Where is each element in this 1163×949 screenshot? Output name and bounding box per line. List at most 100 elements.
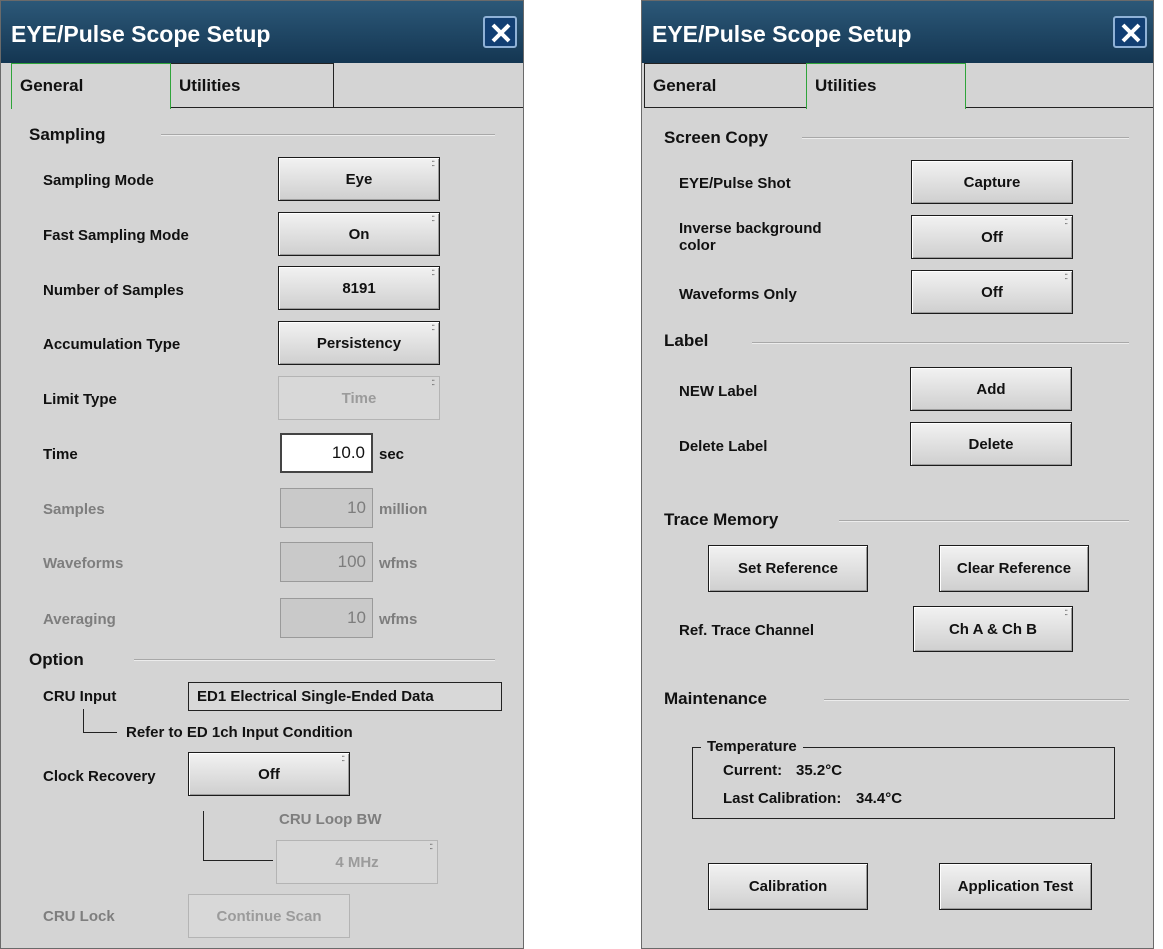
waveforms-input[interactable]: 100 bbox=[280, 542, 373, 582]
time-input[interactable]: 10.0 bbox=[280, 433, 373, 473]
set-reference-button[interactable]: Set Reference bbox=[708, 545, 868, 592]
continue-scan-button[interactable]: Continue Scan bbox=[188, 894, 350, 938]
clock-recovery-button[interactable]: Off ⁚⁚ bbox=[188, 752, 350, 796]
section-option: Option bbox=[29, 650, 84, 669]
waveforms-only-button[interactable]: Off ⁚⁚ bbox=[911, 270, 1073, 314]
application-test-label: Application Test bbox=[957, 878, 1074, 895]
sampling-mode-button[interactable]: Eye ⁚⁚ bbox=[278, 157, 440, 201]
capture-label: Capture bbox=[963, 173, 1021, 191]
divider bbox=[134, 659, 495, 661]
section-label: Label bbox=[664, 331, 709, 350]
connector-line bbox=[83, 709, 84, 733]
number-of-samples-value: 8191 bbox=[342, 279, 376, 297]
limit-type-label: Limit Type bbox=[43, 391, 117, 408]
cru-input-label: CRU Input bbox=[43, 688, 117, 705]
tab-divider bbox=[333, 107, 523, 108]
close-icon bbox=[491, 23, 511, 43]
tab-general-label: General bbox=[653, 76, 717, 95]
add-label-text: Add bbox=[976, 380, 1006, 398]
delete-label-label: Delete Label bbox=[679, 438, 768, 455]
inverse-bg-button[interactable]: Off ⁚⁚ bbox=[911, 215, 1073, 259]
fast-sampling-mode-button[interactable]: On ⁚⁚ bbox=[278, 212, 440, 256]
dropdown-indicator-icon: ⁚⁚ bbox=[1064, 274, 1069, 281]
ref-trace-channel-value: Ch A & Ch B bbox=[948, 620, 1038, 638]
add-label-button[interactable]: Add bbox=[910, 367, 1072, 411]
calibration-label: Calibration bbox=[748, 878, 828, 895]
dropdown-indicator-icon: ⁚⁚ bbox=[431, 380, 436, 387]
limit-type-button[interactable]: Time ⁚⁚ bbox=[278, 376, 440, 420]
averaging-input[interactable]: 10 bbox=[280, 598, 373, 638]
capture-button[interactable]: Capture bbox=[911, 160, 1073, 204]
section-screen-copy: Screen Copy bbox=[664, 128, 768, 147]
dialog-title: EYE/Pulse Scope Setup bbox=[652, 21, 912, 47]
inverse-bg-label-line2: color bbox=[679, 237, 716, 254]
number-of-samples-label: Number of Samples bbox=[43, 282, 184, 299]
title-bar: EYE/Pulse Scope Setup bbox=[642, 1, 1153, 63]
ref-trace-channel-button[interactable]: Ch A & Ch B ⁚⁚ bbox=[913, 606, 1073, 652]
continue-scan-label: Continue Scan bbox=[216, 907, 322, 925]
dropdown-indicator-icon: ⁚⁚ bbox=[429, 844, 434, 851]
dropdown-indicator-icon: ⁚⁚ bbox=[341, 756, 346, 763]
section-maintenance: Maintenance bbox=[664, 689, 767, 708]
waveforms-label: Waveforms bbox=[43, 555, 124, 572]
fast-sampling-mode-value: On bbox=[348, 225, 370, 243]
tab-general[interactable]: General bbox=[11, 63, 171, 109]
delete-label-button[interactable]: Delete bbox=[910, 422, 1072, 466]
accumulation-type-button[interactable]: Persistency ⁚⁚ bbox=[278, 321, 440, 365]
divider bbox=[839, 520, 1129, 522]
accumulation-type-value: Persistency bbox=[316, 334, 402, 352]
averaging-unit: wfms bbox=[379, 611, 418, 628]
last-cal-value: 34.4°C bbox=[856, 790, 903, 807]
divider bbox=[824, 699, 1129, 701]
tab-utilities-label: Utilities bbox=[815, 76, 877, 95]
dialog-utilities: EYE/Pulse Scope Setup General Utilities … bbox=[641, 0, 1154, 949]
current-temp-label: Current: bbox=[723, 762, 783, 779]
waveforms-only-value: Off bbox=[981, 283, 1003, 301]
samples-input[interactable]: 10 bbox=[280, 488, 373, 528]
dropdown-indicator-icon: ⁚⁚ bbox=[431, 325, 436, 332]
clear-reference-label: Clear Reference bbox=[956, 560, 1072, 577]
application-test-button[interactable]: Application Test bbox=[939, 863, 1092, 910]
inverse-bg-label-line1: Inverse background bbox=[679, 220, 822, 237]
cru-input-value: ED1 Electrical Single-Ended Data bbox=[188, 682, 502, 711]
fast-sampling-mode-label: Fast Sampling Mode bbox=[43, 227, 189, 244]
delete-label-text: Delete bbox=[968, 435, 1014, 453]
eye-pulse-shot-label: EYE/Pulse Shot bbox=[679, 175, 791, 192]
close-button[interactable] bbox=[1113, 16, 1147, 48]
current-temp-value: 35.2°C bbox=[796, 762, 843, 779]
tab-divider bbox=[965, 107, 1153, 108]
inverse-bg-value: Off bbox=[981, 228, 1003, 246]
divider bbox=[752, 342, 1129, 344]
dropdown-indicator-icon: ⁚⁚ bbox=[1064, 219, 1069, 226]
clear-reference-button[interactable]: Clear Reference bbox=[939, 545, 1089, 592]
section-sampling: Sampling bbox=[29, 125, 106, 144]
section-trace-memory: Trace Memory bbox=[664, 510, 779, 529]
averaging-label: Averaging bbox=[43, 611, 116, 628]
close-button[interactable] bbox=[483, 16, 517, 48]
temperature-title: Temperature bbox=[701, 738, 803, 755]
tab-utilities[interactable]: Utilities bbox=[170, 63, 334, 108]
tab-utilities[interactable]: Utilities bbox=[806, 63, 966, 109]
tab-general[interactable]: General bbox=[644, 63, 807, 108]
time-unit: sec bbox=[379, 446, 405, 463]
samples-unit: million bbox=[379, 501, 428, 518]
dialog-title: EYE/Pulse Scope Setup bbox=[11, 21, 271, 47]
tab-general-label: General bbox=[20, 76, 84, 95]
title-bar: EYE/Pulse Scope Setup bbox=[1, 1, 523, 63]
waveforms-unit: wfms bbox=[379, 555, 418, 572]
tab-utilities-label: Utilities bbox=[179, 76, 241, 95]
samples-label: Samples bbox=[43, 501, 105, 518]
calibration-button[interactable]: Calibration bbox=[708, 863, 868, 910]
refer-note: Refer to ED 1ch Input Condition bbox=[126, 724, 353, 741]
number-of-samples-button[interactable]: 8191 ⁚⁚ bbox=[278, 266, 440, 310]
cru-loop-bw-value: 4 MHz bbox=[335, 853, 379, 871]
dropdown-indicator-icon: ⁚⁚ bbox=[431, 161, 436, 168]
clock-recovery-value: Off bbox=[258, 765, 280, 783]
dropdown-indicator-icon: ⁚⁚ bbox=[431, 216, 436, 223]
temperature-group: Temperature Current: 35.2°C Last Calibra… bbox=[692, 738, 1115, 819]
sampling-mode-value: Eye bbox=[345, 170, 373, 188]
accumulation-type-label: Accumulation Type bbox=[43, 336, 181, 353]
cru-loop-bw-button[interactable]: 4 MHz ⁚⁚ bbox=[276, 840, 438, 884]
last-cal-label: Last Calibration: bbox=[723, 790, 842, 807]
connector-line bbox=[203, 811, 204, 861]
